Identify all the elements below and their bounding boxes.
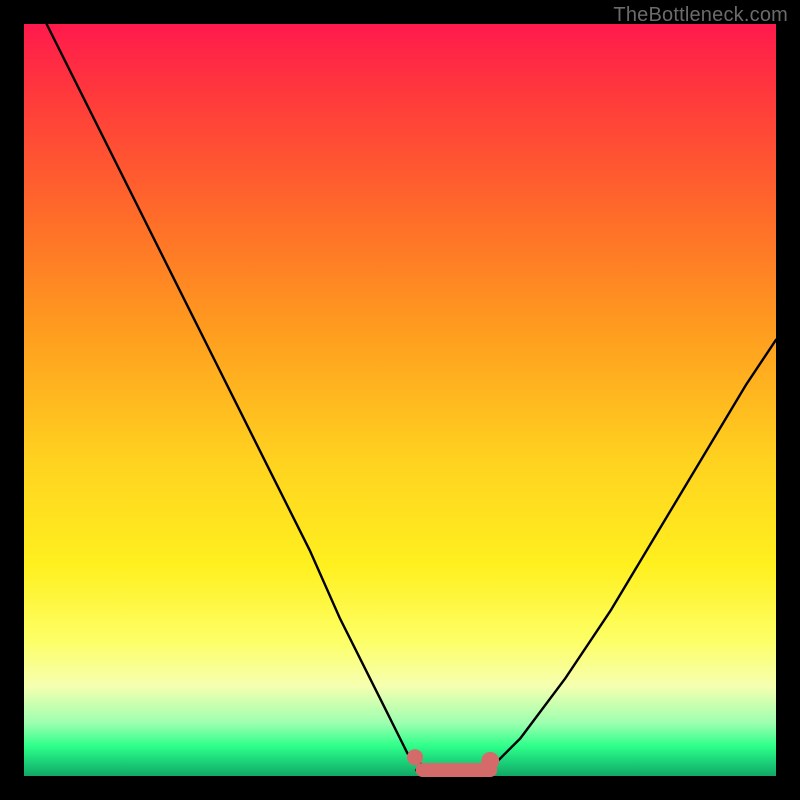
chart-svg — [24, 24, 776, 776]
marker-dot-right — [481, 752, 499, 770]
watermark-text: TheBottleneck.com — [613, 4, 788, 27]
chart-plot-area — [24, 24, 776, 776]
marker-dot-left — [407, 749, 423, 765]
curve-left — [47, 24, 491, 772]
curve-right — [490, 340, 776, 770]
